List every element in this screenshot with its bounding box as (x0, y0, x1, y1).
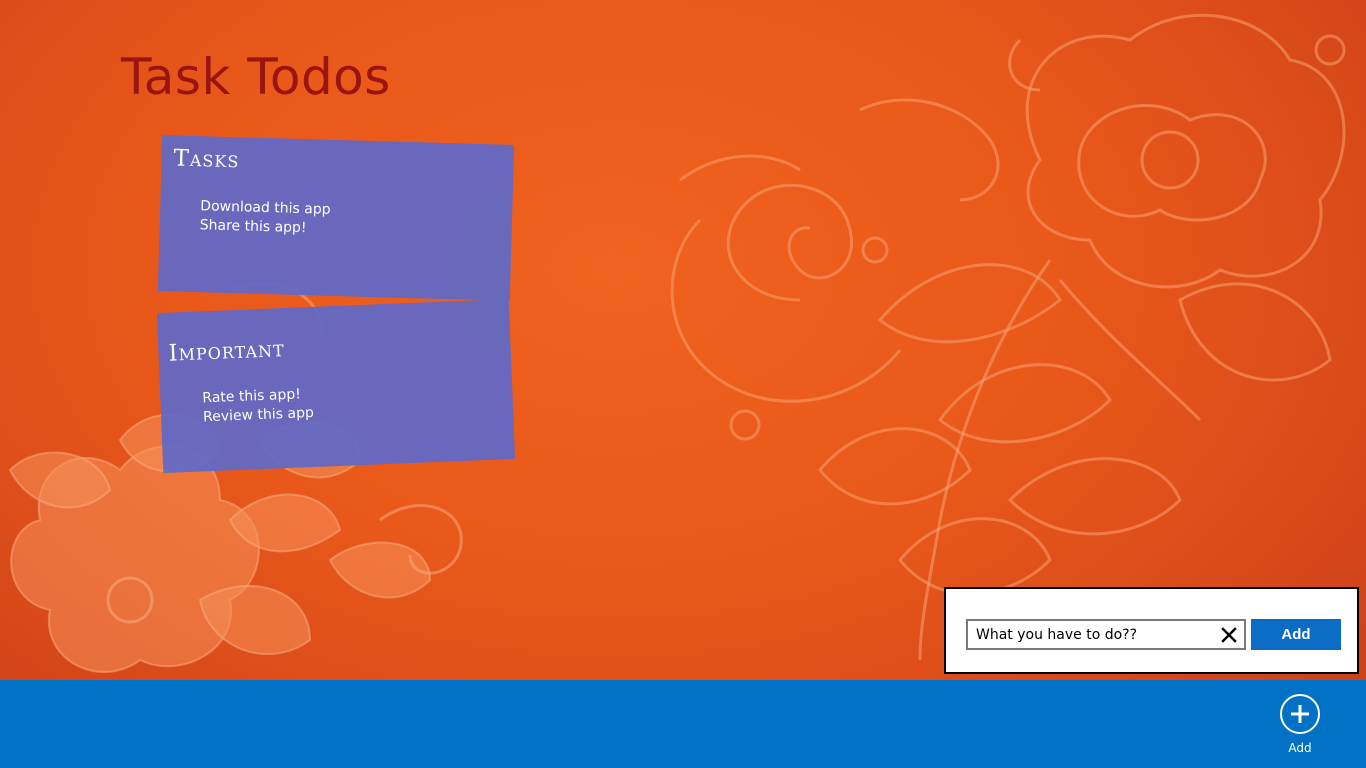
close-icon[interactable] (1218, 624, 1240, 646)
group-title-tasks: Tasks (173, 145, 240, 174)
page-title: Task Todos (121, 48, 391, 106)
task-list: Rate this app! Review this app (202, 377, 513, 427)
appbar-add-label: Add (1288, 741, 1312, 755)
group-title-important: Important (168, 336, 286, 367)
app-bar: Add (0, 680, 1366, 768)
add-task-button[interactable]: Add (1251, 619, 1341, 650)
add-circle-icon (1280, 694, 1320, 734)
group-card-important[interactable]: Important Rate this app! Review this app (156, 299, 516, 473)
add-task-flyout: Add (944, 587, 1359, 674)
group-card-tasks[interactable]: Tasks Download this app Share this app! (157, 135, 515, 301)
task-list: Download this app Share this app! (199, 197, 512, 244)
todo-input-container (966, 619, 1246, 650)
todo-input[interactable] (968, 621, 1208, 648)
appbar-add-button[interactable]: Add (1270, 694, 1330, 758)
